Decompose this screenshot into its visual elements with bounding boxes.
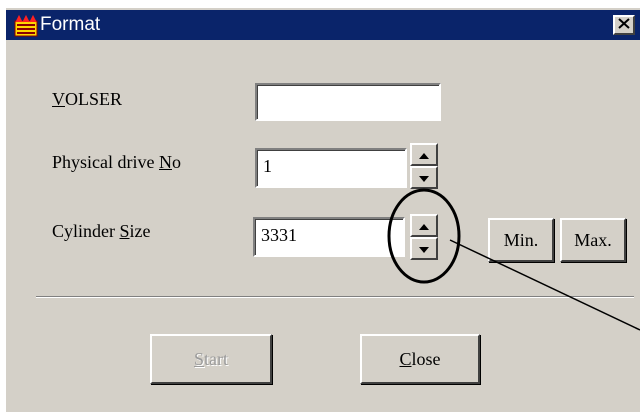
start-button[interactable]: Start — [150, 334, 272, 384]
physical-drive-spin-up[interactable] — [410, 143, 438, 166]
min-button[interactable]: Min. — [488, 218, 554, 262]
arrow-down-icon — [419, 240, 429, 258]
physical-drive-input[interactable]: 1 — [255, 148, 407, 188]
arrow-up-icon — [419, 146, 429, 164]
dialog-window — [6, 8, 640, 412]
max-button[interactable]: Max. — [560, 218, 626, 262]
window-title: Format — [40, 14, 101, 35]
cylinder-size-label: Cylinder Size — [52, 221, 151, 241]
volser-label: VOLSER — [52, 89, 123, 109]
arrow-up-icon — [419, 217, 429, 235]
close-window-button[interactable] — [613, 15, 635, 35]
physical-drive-label: Physical drive No — [52, 152, 181, 172]
cylinder-size-input[interactable]: 3331 — [253, 217, 405, 257]
format-app-icon — [14, 14, 38, 37]
cylinder-size-spinner[interactable] — [410, 214, 438, 260]
separator-line — [36, 296, 634, 298]
physical-drive-spin-down[interactable] — [410, 166, 438, 189]
cylinder-size-spin-down[interactable] — [410, 237, 438, 260]
physical-drive-spinner[interactable] — [410, 143, 438, 189]
close-button[interactable]: Close — [360, 334, 480, 384]
volser-input[interactable] — [255, 83, 441, 121]
arrow-down-icon — [419, 169, 429, 187]
close-icon — [618, 16, 630, 34]
cylinder-size-spin-up[interactable] — [410, 214, 438, 237]
title-bar[interactable] — [6, 10, 640, 40]
